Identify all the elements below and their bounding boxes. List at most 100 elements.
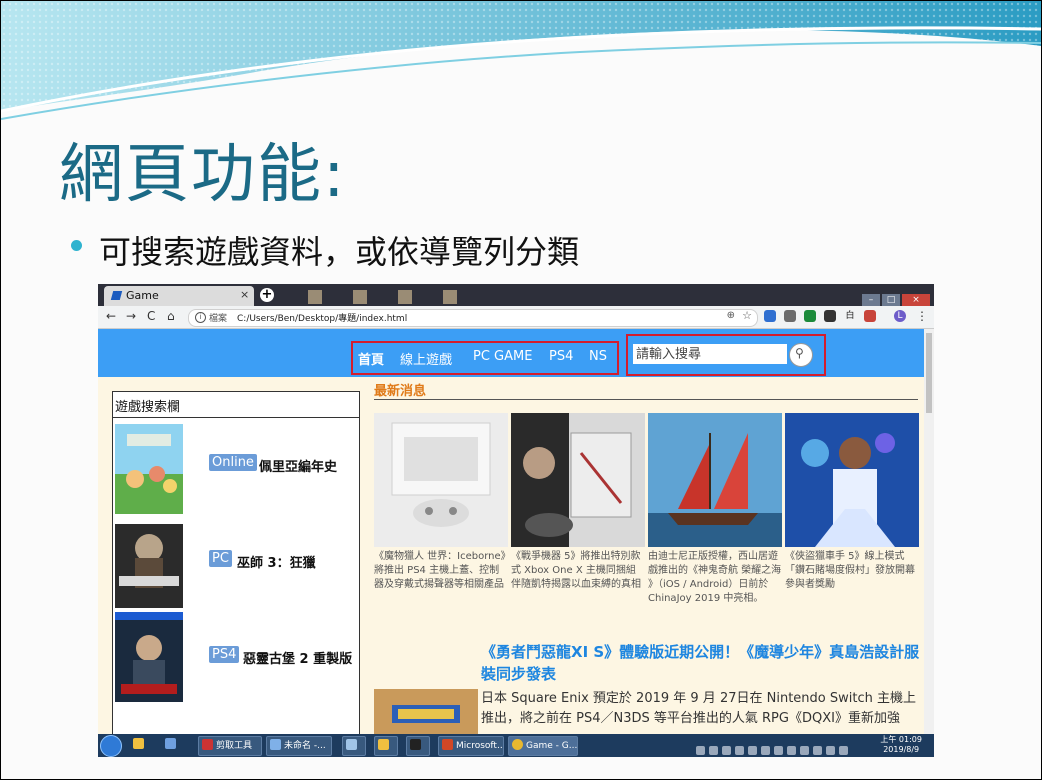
taskbar-item[interactable] xyxy=(406,736,430,756)
profile-avatar[interactable]: L xyxy=(894,310,906,322)
nav-ps4[interactable]: PS4 xyxy=(549,349,573,364)
news-caption[interactable]: 由迪士尼正版授權，西山居遊戲推出的《神鬼奇航 榮耀之海 》（iOS / Andr… xyxy=(648,550,782,606)
taskbar-item[interactable]: 剪取工具 xyxy=(198,736,262,756)
maximize-button[interactable]: □ xyxy=(882,294,900,306)
search-highlight-box: ⚲ xyxy=(626,334,826,376)
forward-button[interactable]: → xyxy=(126,309,136,323)
news-image[interactable] xyxy=(374,413,508,547)
info-icon[interactable]: i xyxy=(195,312,206,323)
page-content: 遊戲搜索欄 Online 佩里亞編年史 PC 巫師 3：狂獵 PS4 惡靈古堡 … xyxy=(98,377,924,734)
search-input[interactable] xyxy=(633,344,787,364)
article-thumbnail[interactable] xyxy=(374,689,478,734)
news-image[interactable] xyxy=(785,413,919,547)
news-image[interactable] xyxy=(511,413,645,547)
tab-bar: Game × + – □ × xyxy=(98,284,934,306)
nav-highlight-box: 首頁 線上遊戲 PC GAME PS4 NS xyxy=(351,341,619,375)
game-name: 巫師 3：狂獵 xyxy=(237,556,316,571)
document-icon xyxy=(346,739,357,750)
taskbar-item[interactable]: 未命名 -... xyxy=(266,736,332,756)
search-button[interactable]: ⚲ xyxy=(789,343,813,367)
notepad-icon xyxy=(270,739,281,750)
game-cover-image xyxy=(115,518,183,608)
platform-tag: Online xyxy=(209,454,257,471)
news-section-title: 最新消息 xyxy=(374,384,427,399)
game-item[interactable]: PC 巫師 3：狂獵 xyxy=(113,518,359,610)
extension-icon[interactable] xyxy=(764,310,776,322)
bullet-dot xyxy=(71,240,82,251)
game-name: 惡靈古堡 2 重製版 xyxy=(243,652,353,667)
new-tab-button[interactable]: + xyxy=(260,288,274,302)
extension-icon[interactable] xyxy=(824,310,836,322)
browser-screenshot: Game × + – □ × ← → C ⌂ i 檔案 C:/Users/Ben/D… xyxy=(98,284,934,757)
extension-text-icon[interactable]: 白 xyxy=(844,310,856,322)
minimize-button[interactable]: – xyxy=(862,294,880,306)
game-cover-image xyxy=(115,612,183,702)
folder-icon xyxy=(378,739,389,750)
nav-ns[interactable]: NS xyxy=(589,349,607,364)
terminal-icon xyxy=(410,739,421,750)
game-item[interactable]: Online 佩里亞編年史 xyxy=(113,424,359,516)
clock-time: 上午 01:09 xyxy=(880,735,922,744)
news-caption[interactable]: 《魔物獵人 世界：Iceborne》將推出 PS4 主機上蓋、控制器及穿戴式揚聲… xyxy=(374,550,508,592)
taskbar-item-label: 未命名 -... xyxy=(284,741,326,751)
url-field[interactable]: i 檔案 C:/Users/Ben/Desktop/專題/index.html … xyxy=(188,309,758,327)
divider xyxy=(374,399,918,400)
slide-bullet-text: 可搜索遊戲資料，或依導覽列分類 xyxy=(99,233,580,271)
news-image[interactable] xyxy=(648,413,782,547)
slide: 網頁功能: 可搜索遊戲資料，或依導覽列分類 Game × + – □ × ← → C… xyxy=(0,0,1042,780)
start-button[interactable] xyxy=(100,735,122,757)
taskbar-item-active[interactable]: Game - G... xyxy=(508,736,578,756)
extension-icon[interactable] xyxy=(804,310,816,322)
taskbar-item-label: 剪取工具 xyxy=(216,741,253,751)
tab-close-icon[interactable]: × xyxy=(240,288,249,301)
platform-tag: PC xyxy=(209,550,232,567)
desktop-folder-icon xyxy=(308,290,322,304)
powerpoint-icon xyxy=(442,739,453,750)
taskbar-item-label: Microsoft... xyxy=(456,741,504,751)
taskbar-pinned-icon[interactable] xyxy=(162,736,188,754)
bookmark-star-icon[interactable]: ☆ xyxy=(742,309,752,322)
site-header: 首頁 線上遊戲 PC GAME PS4 NS ⚲ xyxy=(98,329,924,377)
news-caption[interactable]: 《戰爭機器 5》將推出特別款式 Xbox One X 主機同捆組 伴隨凱特揭露以… xyxy=(511,550,645,592)
close-window-button[interactable]: × xyxy=(902,294,930,306)
taskbar-item[interactable]: Microsoft... xyxy=(438,736,504,756)
taskbar-item[interactable] xyxy=(374,736,398,756)
nav-home[interactable]: 首頁 xyxy=(358,349,384,368)
desktop-folder-icon xyxy=(398,290,412,304)
tab-favicon-icon xyxy=(110,291,123,300)
extension-icon[interactable] xyxy=(864,310,876,322)
scrollbar-thumb[interactable] xyxy=(926,333,932,413)
search-icon: ⚲ xyxy=(795,346,804,360)
article-body: 日本 Square Enix 預定於 2019 年 9 月 27日在 Ninte… xyxy=(481,691,916,726)
url-text[interactable]: C:/Users/Ben/Desktop/專題/index.html xyxy=(237,311,407,324)
taskbar-pinned-icon[interactable] xyxy=(130,736,156,754)
platform-tag: PS4 xyxy=(209,646,240,663)
divider xyxy=(113,417,359,418)
shield-icon[interactable] xyxy=(784,310,796,322)
url-scheme-label: 檔案 xyxy=(209,314,228,324)
sidebar-title: 遊戲搜索欄 xyxy=(115,400,181,415)
browser-menu-icon[interactable]: ⋮ xyxy=(916,309,928,323)
window-controls: – □ × xyxy=(860,287,930,306)
game-search-sidebar: 遊戲搜索欄 Online 佩里亞編年史 PC 巫師 3：狂獵 PS4 惡靈古堡 … xyxy=(112,391,360,734)
headline-link[interactable]: 《勇者鬥惡龍XI S》體驗版近期公開！《魔導少年》真島浩設計服裝同步發表 xyxy=(481,641,921,685)
back-button[interactable]: ← xyxy=(106,309,116,323)
home-button[interactable]: ⌂ xyxy=(167,309,175,323)
taskbar-clock[interactable]: 上午 01:09 2019/8/9 xyxy=(880,735,922,755)
reload-button[interactable]: C xyxy=(147,309,155,323)
nav-pc-game[interactable]: PC GAME xyxy=(473,349,532,364)
page-scrollbar[interactable] xyxy=(924,329,934,734)
zoom-icon[interactable]: ⊕ xyxy=(727,310,735,321)
taskbar-item[interactable] xyxy=(342,736,366,756)
game-cover-image xyxy=(115,424,183,514)
browser-tab[interactable]: Game × xyxy=(104,286,254,306)
clock-date: 2019/8/9 xyxy=(883,745,920,754)
taskbar-item-label: Game - G... xyxy=(526,741,578,751)
tab-title: Game xyxy=(126,289,159,302)
nav-online-games[interactable]: 線上遊戲 xyxy=(400,349,452,368)
news-caption[interactable]: 《俠盜獵車手 5》線上模式「鑽石賭場度假村」發放開幕參與者獎勵 xyxy=(785,550,919,592)
chrome-icon xyxy=(512,739,523,750)
system-tray[interactable] xyxy=(696,740,876,755)
game-item[interactable]: PS4 惡靈古堡 2 重製版 xyxy=(113,612,359,704)
decorative-wave-header xyxy=(1,1,1041,120)
